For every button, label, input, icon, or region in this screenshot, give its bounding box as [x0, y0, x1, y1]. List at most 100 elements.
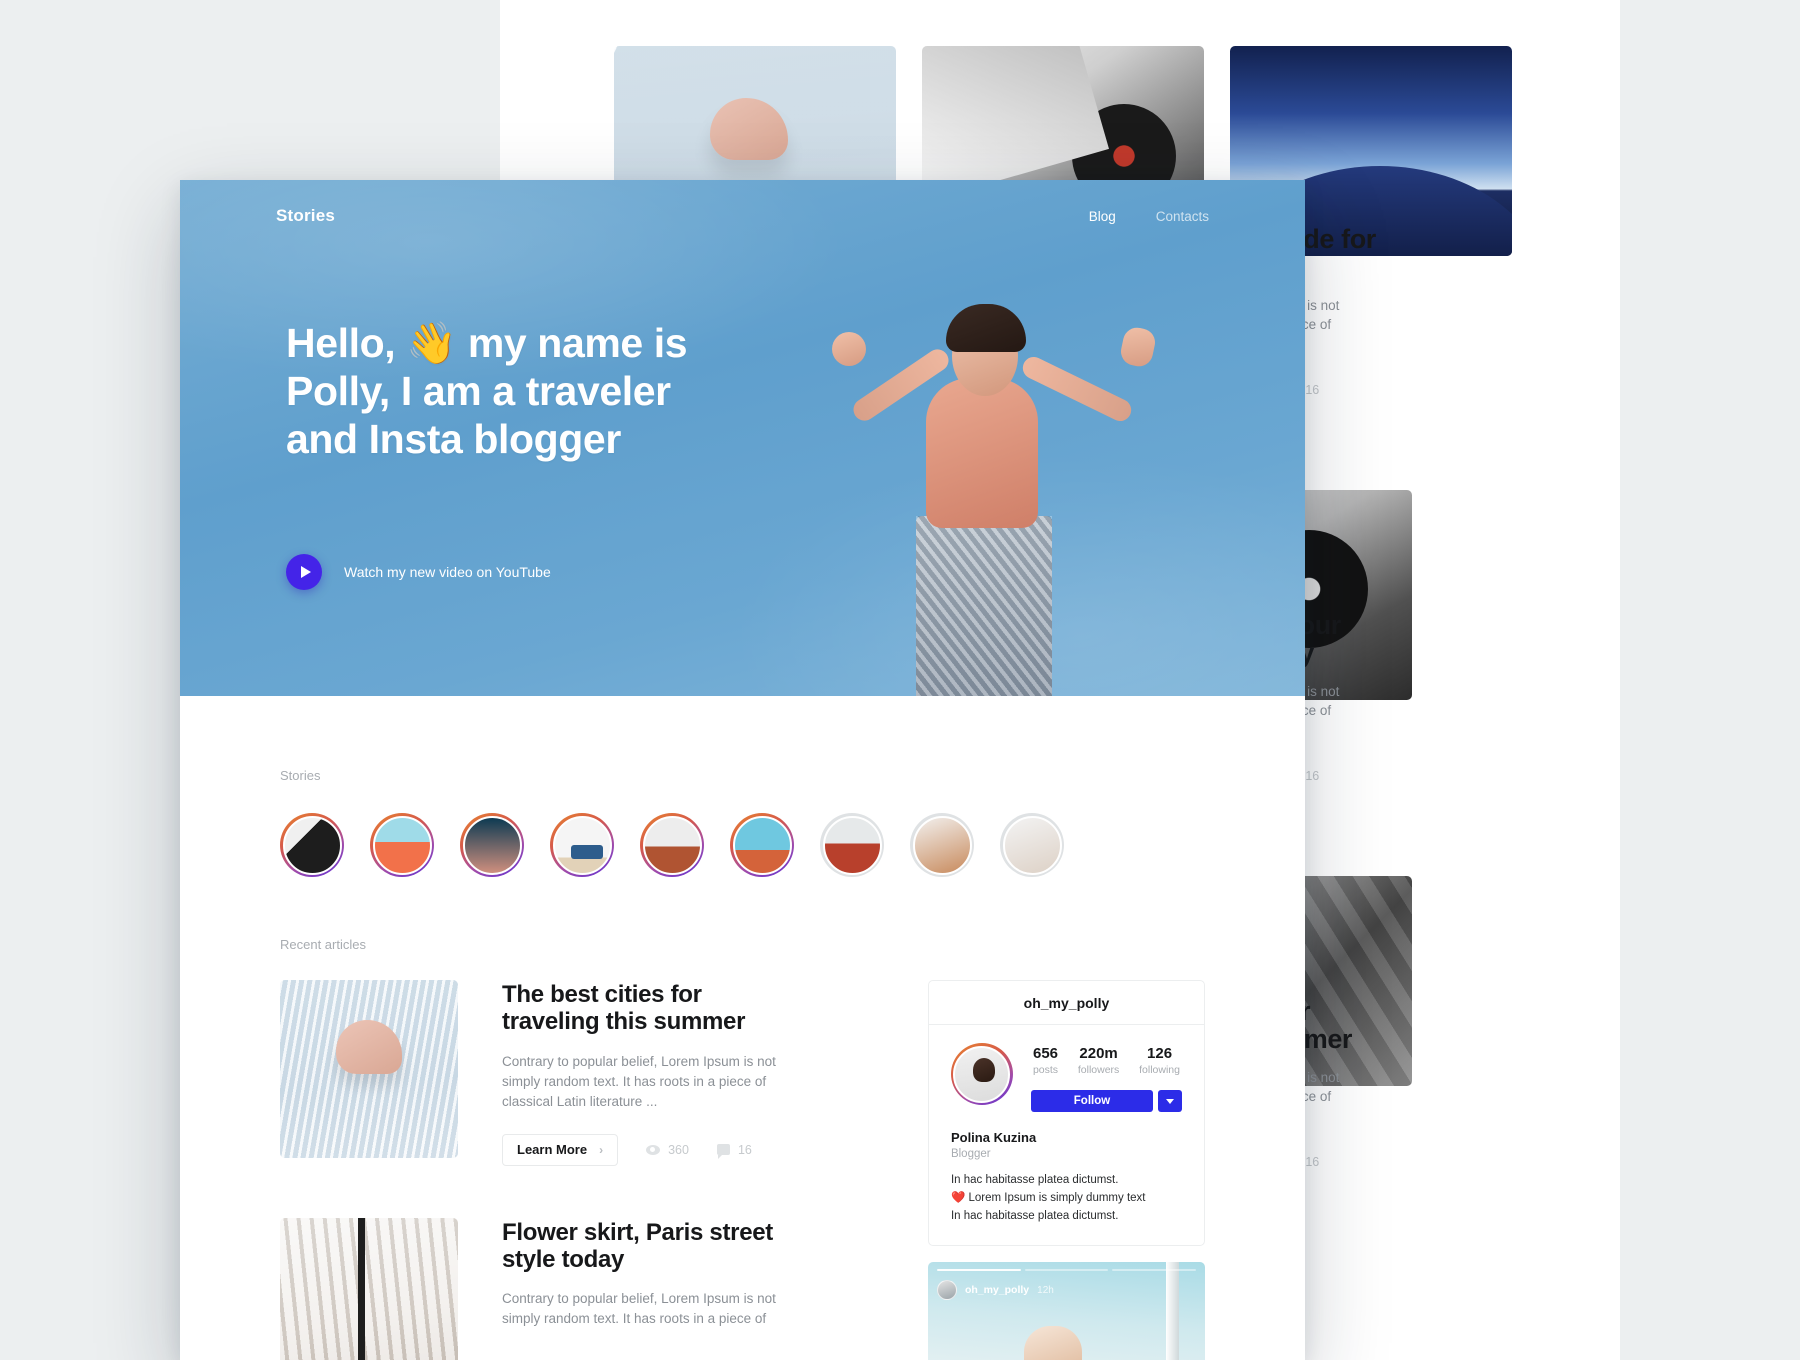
posts-label: posts	[1032, 1064, 1059, 1076]
article-thumbnail[interactable]	[280, 1217, 458, 1360]
hero-section: Stories Blog Contacts Hello, 👋 my name i…	[180, 180, 1305, 696]
article-footer: Learn More › 360 16	[502, 1133, 868, 1166]
nav-link-blog[interactable]: Blog	[1089, 209, 1116, 224]
watch-video-cta[interactable]: Watch my new video on YouTube	[286, 554, 551, 590]
background-comments-count: 16	[1305, 1155, 1320, 1170]
story-progress-segment	[1024, 1269, 1109, 1272]
figure-skirt	[916, 516, 1052, 696]
learn-more-button[interactable]: Learn More ›	[502, 1133, 619, 1166]
bio-line-3: In hac habitasse platea dictumst.	[950, 1209, 1119, 1222]
recent-articles-grid: The best cities for traveling this summe…	[280, 980, 1205, 1360]
story-progress-bars	[936, 1269, 1197, 1272]
bio-line-1: In hac habitasse platea dictumst.	[950, 1174, 1119, 1186]
story-item-4[interactable]	[550, 813, 614, 877]
figure-hair	[946, 304, 1026, 352]
bio-line-2: ❤️ Lorem Ipsum is simply dummy text	[950, 1191, 1146, 1204]
hero-headline: Hello, 👋 my name is Polly, I am a travel…	[286, 320, 688, 462]
eye-icon	[646, 1144, 661, 1155]
following-count: 126	[1147, 1045, 1173, 1062]
instagram-stats-area: 656 posts 220m followers 126 following F…	[1030, 1043, 1182, 1112]
views-count: 360	[668, 1142, 689, 1157]
instagram-actions: Follow	[1030, 1090, 1182, 1112]
foreground-page: Stories Blog Contacts Hello, 👋 my name i…	[180, 180, 1305, 1360]
screenshot-stage: …mas gift guide for …l on the go …opular…	[0, 0, 1800, 1360]
play-icon[interactable]	[286, 554, 322, 590]
instagram-widget: oh_my_polly 656 posts 220m followers 126…	[927, 980, 1205, 1247]
follow-button[interactable]: Follow	[1030, 1090, 1153, 1112]
profile-display-name: Polina Kuzina	[950, 1130, 1037, 1145]
story-item-3[interactable]	[460, 813, 524, 877]
comments-count: 16	[737, 1142, 752, 1157]
site-logo[interactable]: Stories	[276, 206, 335, 226]
story-item-6[interactable]	[730, 813, 794, 877]
story-avatar	[936, 1280, 957, 1301]
stories-row	[280, 813, 1205, 877]
story-meta: oh_my_polly 12h	[936, 1280, 1054, 1301]
story-thumb	[822, 815, 882, 875]
comments-stat: 16	[716, 1142, 752, 1160]
stories-section: Stories	[180, 696, 1305, 877]
avatar[interactable]	[950, 1043, 1013, 1105]
figure-torso	[926, 378, 1038, 528]
background-comments-count: 16	[1305, 383, 1320, 398]
story-item-5[interactable]	[640, 813, 704, 877]
figure-right-hand	[1118, 325, 1158, 369]
site-header: Stories Blog Contacts	[180, 180, 1305, 252]
stat-following: 126 following	[1139, 1045, 1180, 1076]
articles-column: The best cities for traveling this summe…	[280, 980, 868, 1360]
story-progress-segment	[1112, 1269, 1197, 1272]
follow-options-button[interactable]	[1158, 1090, 1182, 1112]
instagram-stats: 656 posts 220m followers 126 following	[1031, 1043, 1182, 1076]
posts-count: 656	[1032, 1045, 1059, 1062]
story-thumb	[552, 815, 612, 875]
story-pole-element	[1166, 1262, 1179, 1360]
story-thumb	[1002, 815, 1062, 875]
profile-role: Blogger	[950, 1148, 991, 1160]
stories-section-label: Stories	[280, 768, 321, 783]
story-item-1[interactable]	[280, 813, 344, 877]
followers-count: 220m	[1079, 1045, 1118, 1062]
figure-left-hand	[832, 332, 866, 366]
story-timestamp: 12h	[1037, 1284, 1054, 1296]
recent-articles-section: Recent articles The best cities for trav…	[180, 877, 1305, 1360]
main-nav: Blog Contacts	[1089, 209, 1209, 224]
avatar-image	[953, 1045, 1011, 1103]
instagram-column: oh_my_polly 656 posts 220m followers 126…	[927, 980, 1205, 1360]
learn-more-label: Learn More	[517, 1142, 588, 1158]
story-thumb	[642, 815, 702, 875]
article-thumbnail[interactable]	[280, 980, 458, 1158]
hero-woman-photo	[740, 236, 1240, 696]
chevron-right-icon: ›	[599, 1142, 604, 1157]
article-card: Flower skirt, Paris street style today C…	[280, 1217, 868, 1360]
article-body: Flower skirt, Paris street style today C…	[502, 1218, 868, 1360]
story-thumb	[912, 815, 972, 875]
story-item-9[interactable]	[1000, 813, 1064, 877]
story-item-7[interactable]	[820, 813, 884, 877]
followers-label: followers	[1077, 1064, 1120, 1076]
nav-link-contacts[interactable]: Contacts	[1156, 209, 1209, 224]
views-stat: 360	[646, 1143, 689, 1157]
story-thumb	[372, 815, 432, 875]
story-thumb	[732, 815, 792, 875]
instagram-handle-header: oh_my_polly	[928, 981, 1204, 1025]
story-item-2[interactable]	[370, 813, 434, 877]
instagram-profile-row: 656 posts 220m followers 126 following F…	[950, 1043, 1182, 1112]
instagram-story-preview[interactable]: oh_my_polly 12h	[927, 1262, 1205, 1360]
article-excerpt: Contrary to popular belief, Lorem Ipsum …	[502, 1053, 776, 1109]
comment-icon	[716, 1144, 730, 1160]
story-handle: oh_my_polly	[964, 1284, 1030, 1297]
background-comments-count: 16	[1305, 769, 1320, 784]
article-title: Flower skirt, Paris street style today	[502, 1218, 773, 1273]
caret-down-icon	[1166, 1098, 1174, 1104]
following-label: following	[1139, 1064, 1180, 1076]
instagram-body: 656 posts 220m followers 126 following F…	[929, 1025, 1204, 1245]
article-body: The best cities for traveling this summe…	[502, 980, 868, 1166]
article-card: The best cities for traveling this summe…	[280, 980, 868, 1166]
watch-video-label: Watch my new video on YouTube	[344, 564, 551, 580]
recent-articles-label: Recent articles	[280, 937, 366, 952]
article-excerpt: Contrary to popular belief, Lorem Ipsum …	[502, 1291, 776, 1327]
stat-followers: 220m followers	[1078, 1045, 1119, 1076]
story-item-8[interactable]	[910, 813, 974, 877]
story-progress-segment	[936, 1269, 1021, 1272]
stat-posts: 656 posts	[1033, 1045, 1058, 1076]
